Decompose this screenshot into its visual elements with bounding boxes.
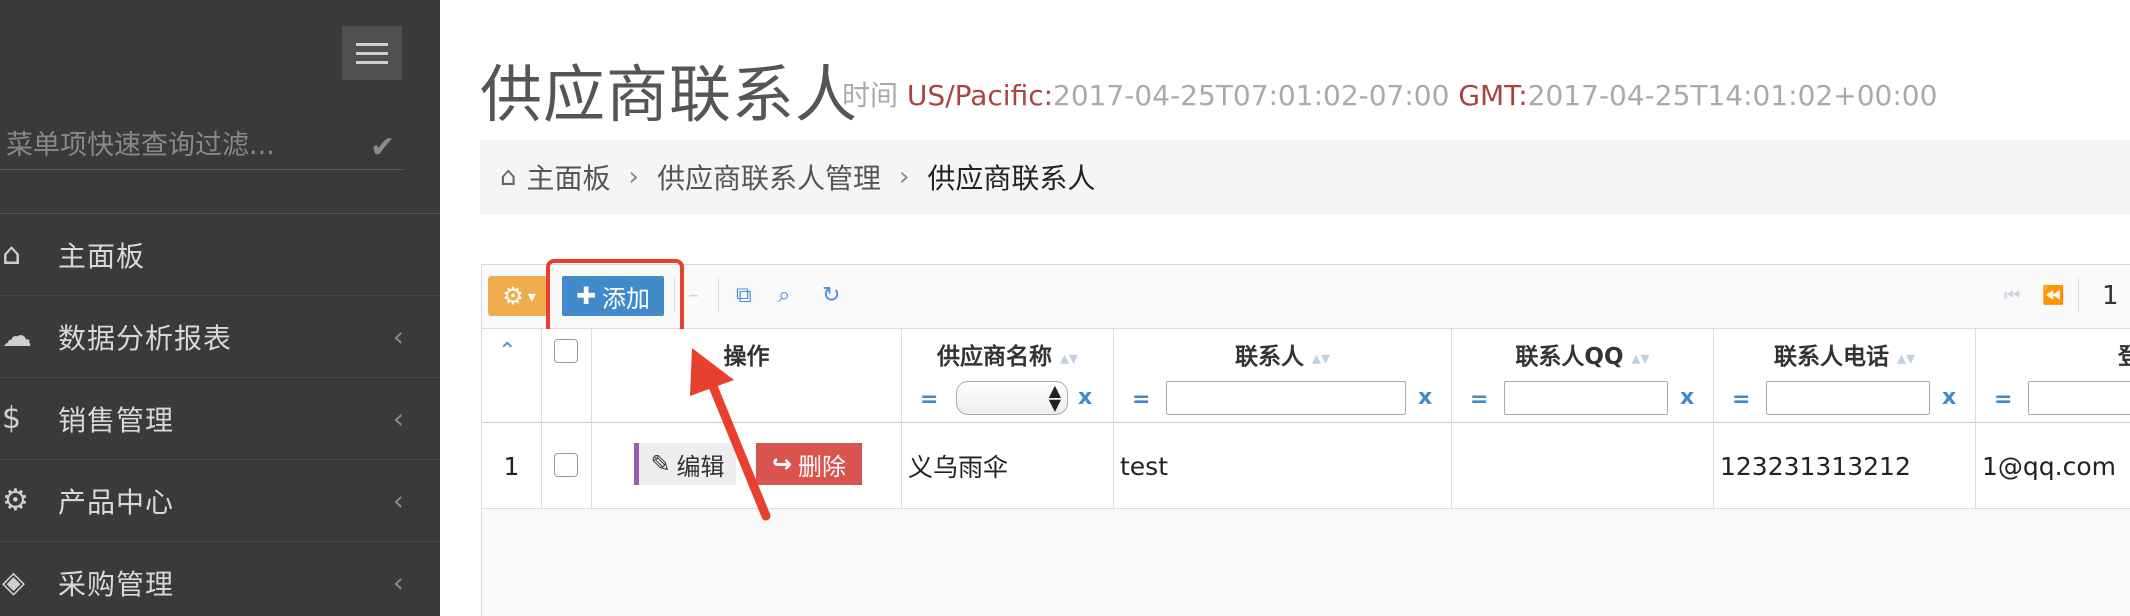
email-filter-input[interactable] [2028, 381, 2130, 415]
sidebar: ✔ ⌂ 主面板 ☁ 数据分析报表 ‹ $ 销售管理 ‹ ⚙ 产品中心 ‹ ◈ 采… [0, 0, 440, 616]
chevron-left-icon: ‹ [392, 484, 404, 517]
toolbar-separator [718, 277, 719, 313]
cell-supplier: 义乌雨伞 [902, 423, 1114, 509]
sidebar-item-reports[interactable]: ☁ 数据分析报表 ‹ [0, 296, 440, 378]
supplier-filter-select[interactable]: ▲ ▼ [956, 381, 1068, 415]
filter-operator[interactable]: = [1132, 387, 1150, 412]
column-label: 供应商名称 ▴▾ [936, 344, 1079, 370]
select-arrows-icon: ▲ ▼ [1048, 381, 1061, 414]
tz1-value: 2017-04-25T07:01:02-07:00 [1053, 79, 1450, 112]
chevron-left-icon: ‹ [392, 402, 404, 435]
gears-icon: ⚙ [2, 483, 29, 518]
menu-toggle-button[interactable] [342, 26, 402, 80]
sidebar-item-label: 销售管理 [58, 403, 175, 437]
chevron-right-icon: › [898, 162, 910, 192]
search-icon[interactable]: ⌕ [778, 283, 790, 308]
breadcrumb-item-dashboard[interactable]: 主面板 [527, 157, 611, 197]
breadcrumb-item-current: 供应商联系人 [927, 162, 1096, 195]
tz1-label: US/Pacific: [906, 79, 1054, 112]
cloud-icon: ☁ [2, 319, 32, 354]
qq-filter-input[interactable] [1504, 381, 1668, 415]
sidebar-item-label: 数据分析报表 [58, 321, 233, 355]
clear-filter-button[interactable]: x [1680, 385, 1694, 410]
sidebar-item-products[interactable]: ⚙ 产品中心 ‹ [0, 460, 440, 542]
cell-qq [1452, 423, 1714, 509]
sidebar-item-sales[interactable]: $ 销售管理 ‹ [0, 378, 440, 460]
page-subtitle: 时间 US/Pacific:2017-04-25T07:01:02-07:00 … [842, 74, 1937, 114]
sidebar-item-label: 产品中心 [58, 485, 175, 519]
contact-filter-input[interactable] [1166, 381, 1406, 415]
column-header-qq[interactable]: 联系人QQ ▴▾ = x [1452, 329, 1714, 423]
sidebar-item-purchasing[interactable]: ◈ 采购管理 ‹ [0, 542, 440, 616]
minus-icon[interactable]: – [688, 283, 699, 308]
chevron-left-icon: ‹ [392, 566, 404, 599]
home-icon: ⌂ [500, 162, 517, 192]
select-all-header [542, 329, 592, 423]
add-button-highlight [546, 259, 684, 335]
tz2-label: GMT: [1458, 79, 1528, 112]
row-number: 1 [482, 423, 542, 509]
sidebar-item-label: 主面板 [58, 239, 146, 273]
filter-operator[interactable]: = [1470, 387, 1488, 412]
cube-icon: ◈ [2, 565, 26, 600]
toolbar-separator [2078, 277, 2079, 313]
chevron-up-icon[interactable]: ⌃ [498, 339, 516, 364]
column-header-email[interactable]: 登 = [1976, 329, 2130, 423]
column-label: 联系人电话 ▴▾ [1773, 344, 1916, 370]
delete-button-label: 删除 [798, 452, 847, 481]
column-header-contact[interactable]: 联系人 ▴▾ = x [1114, 329, 1452, 423]
row-number-header[interactable]: ⌃ [482, 329, 542, 423]
sort-icon: ▴▾ [1631, 348, 1650, 369]
page-number[interactable]: 1 [2102, 281, 2119, 311]
row-select-cell [542, 423, 592, 509]
sidebar-item-label: 采购管理 [58, 567, 175, 601]
column-header-supplier[interactable]: 供应商名称 ▴▾ = ▲ ▼ x [902, 329, 1114, 423]
chevron-left-icon: ‹ [392, 320, 404, 353]
sort-icon: ▴▾ [1311, 348, 1331, 369]
phone-filter-input[interactable] [1766, 381, 1930, 415]
menu-filter-input[interactable] [6, 128, 336, 162]
column-header-phone[interactable]: 联系人电话 ▴▾ = x [1714, 329, 1976, 423]
column-label: 联系人 ▴▾ [1234, 344, 1331, 370]
filter-operator[interactable]: = [1994, 387, 2012, 412]
copy-icon[interactable]: ⧉ [736, 283, 752, 308]
refresh-icon[interactable]: ↻ [822, 283, 840, 308]
breadcrumb: ⌂ 主面板 › 供应商联系人管理 › 供应商联系人 [480, 140, 2130, 214]
filter-operator[interactable]: = [920, 387, 938, 412]
cell-contact: test [1114, 423, 1452, 509]
chevron-down-icon: ▾ [527, 286, 536, 306]
cell-phone: 123231313212 [1714, 423, 1976, 509]
home-icon: ⌂ [2, 237, 22, 272]
breadcrumb-item-contact-management[interactable]: 供应商联系人管理 [657, 157, 881, 197]
time-label: 时间 [842, 79, 899, 112]
sort-icon: ▴▾ [1059, 348, 1079, 369]
prev-page-icon[interactable]: ⏪ [2042, 285, 2064, 306]
clear-filter-button[interactable]: x [1942, 385, 1956, 410]
edit-icon: ✎ [650, 450, 671, 478]
menu-filter: ✔ [0, 122, 404, 170]
chevron-right-icon: › [628, 162, 639, 192]
page-title: 供应商联系人 [480, 58, 859, 131]
column-label: 登 [2118, 344, 2130, 370]
toolbar-separator [674, 277, 675, 313]
row-checkbox[interactable] [554, 453, 578, 477]
settings-button[interactable]: ⚙ ▾ [488, 276, 550, 316]
filter-operator[interactable]: = [1732, 387, 1750, 412]
sidebar-item-dashboard[interactable]: ⌂ 主面板 [0, 214, 440, 296]
check-icon[interactable]: ✔ [370, 130, 395, 165]
column-label: 联系人QQ ▴▾ [1515, 344, 1650, 370]
clear-filter-button[interactable]: x [1078, 385, 1092, 410]
gear-icon: ⚙ [502, 282, 524, 310]
cell-email: 1@qq.com [1982, 451, 2116, 481]
annotation-arrow [690, 348, 771, 521]
first-page-icon[interactable]: ⏮ [2004, 285, 2020, 306]
grid-toolbar: ⚙ ▾ ✚ 添加 – ⧉ ⌕ ↻ ⏮ ⏪ 1 [482, 259, 2130, 335]
sort-icon: ▴▾ [1896, 348, 1916, 369]
dollar-icon: $ [2, 401, 22, 436]
select-all-checkbox[interactable] [554, 339, 578, 363]
tz2-value: 2017-04-25T14:01:02+00:00 [1527, 79, 1938, 112]
clear-filter-button[interactable]: x [1418, 385, 1432, 410]
